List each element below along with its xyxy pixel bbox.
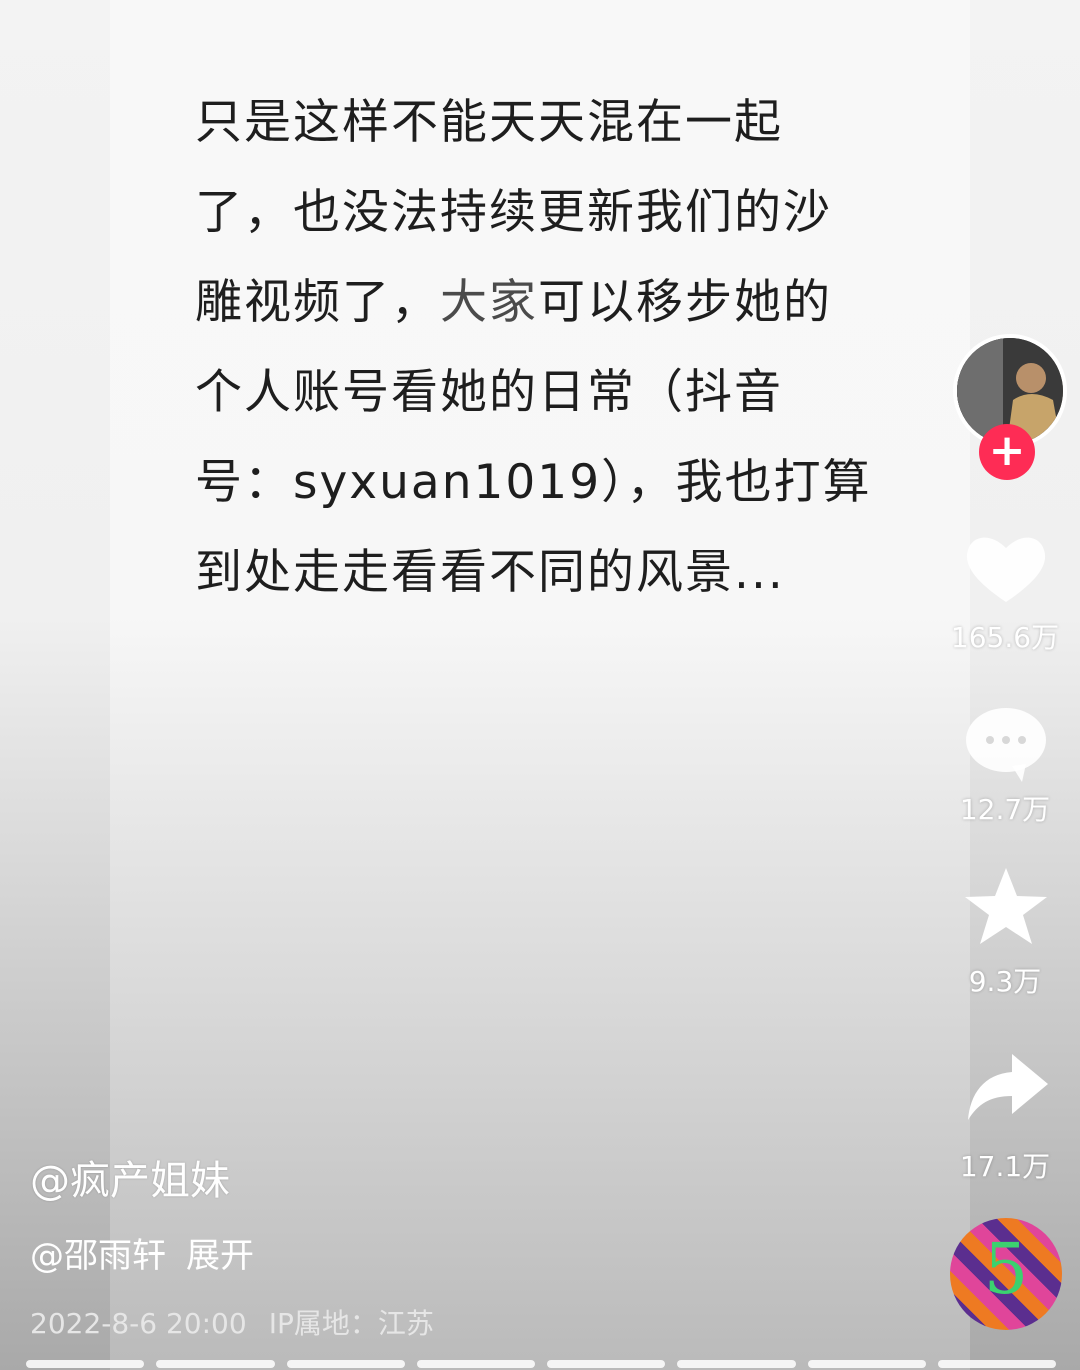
music-disc-label: 5 <box>983 1228 1029 1310</box>
star-icon[interactable] <box>960 862 1052 954</box>
video-progress[interactable] <box>26 1360 1056 1368</box>
progress-segment <box>937 1360 1056 1368</box>
post-date: 2022-8-6 20:00 <box>30 1307 247 1340</box>
follow-button[interactable]: + <box>979 424 1035 480</box>
post-line: 到处走走看看不同的风景... <box>195 545 785 600</box>
favorite-count: 9.3万 <box>968 965 1042 998</box>
post-line: 雕视频了，大家可以移步她的 <box>195 275 832 330</box>
share-count: 17.1万 <box>959 1150 1051 1183</box>
progress-segment <box>156 1360 275 1368</box>
mention-link[interactable]: @邵雨轩 <box>30 1236 166 1276</box>
post-line: 号：syxuan1019），我也打算 <box>195 455 872 510</box>
comment-icon[interactable] <box>960 700 1052 792</box>
post-line: 个人账号看她的日常（抖音 <box>195 365 783 420</box>
progress-segment <box>547 1360 666 1368</box>
progress-segment <box>807 1360 926 1368</box>
post-meta: 2022-8-6 20:00 IP属地：江苏 <box>30 1302 434 1342</box>
comment-count: 12.7万 <box>959 793 1051 826</box>
author-name[interactable]: @疯产姐妹 <box>30 1148 230 1206</box>
share-icon[interactable] <box>960 1044 1052 1136</box>
heart-icon[interactable] <box>960 522 1052 614</box>
like-count: 165.6万 <box>950 621 1060 654</box>
post-line: 了，也没法持续更新我们的沙 <box>195 185 832 240</box>
caption-mention: @邵雨轩 展开 <box>30 1228 254 1277</box>
ip-location: IP属地：江苏 <box>268 1307 434 1340</box>
progress-segment <box>416 1360 535 1368</box>
progress-segment <box>286 1360 405 1368</box>
post-line: 只是这样不能天天混在一起 <box>195 95 783 150</box>
progress-segment <box>26 1360 145 1368</box>
progress-segment <box>677 1360 796 1368</box>
post-highlight: 大家 <box>440 275 538 330</box>
music-disc[interactable]: 5 <box>950 1218 1062 1330</box>
expand-link[interactable]: 展开 <box>186 1236 254 1276</box>
post-text: 只是这样不能天天混在一起 了，也没法持续更新我们的沙 雕视频了，大家可以移步她的… <box>195 78 895 618</box>
